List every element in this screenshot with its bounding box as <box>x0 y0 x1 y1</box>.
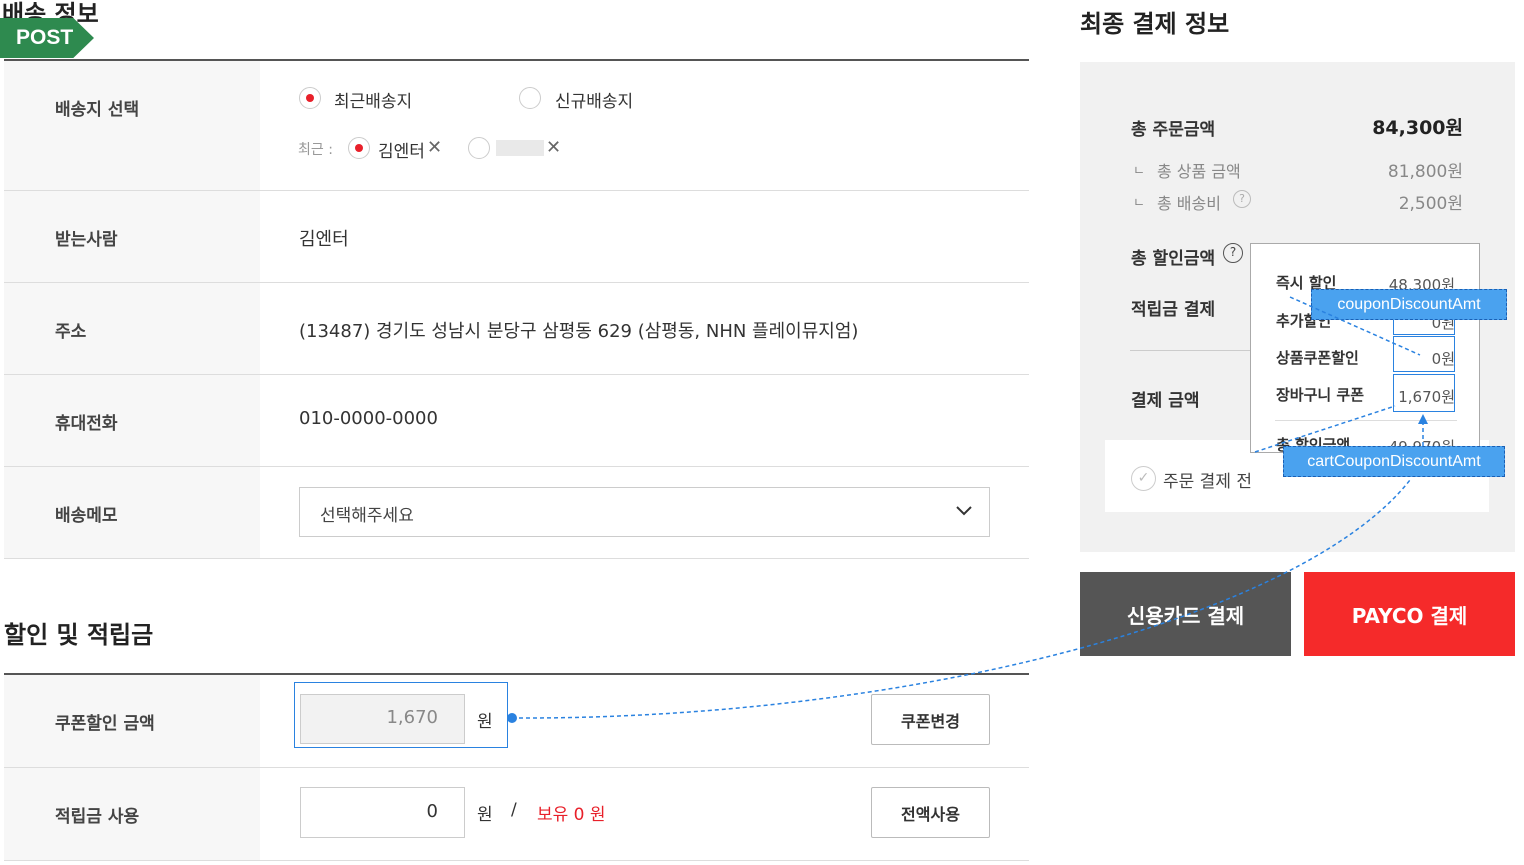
total-order-value: 84,300원 <box>1372 117 1463 139</box>
recent-address-label[interactable]: 최근배송지 <box>334 87 412 112</box>
product-coupon-highlight <box>1393 336 1455 372</box>
pay-amount-label: 결제 금액 <box>1131 391 1200 411</box>
points-slash: / <box>511 800 517 820</box>
help-icon[interactable]: ? <box>1233 190 1251 208</box>
shipping-select-row: 배송지 선택 <box>4 61 1029 191</box>
sub-marker: ㄴ <box>1133 196 1145 211</box>
receiver-row: 받는사람 <box>4 191 1029 283</box>
cart-coupon-highlight <box>1393 374 1455 412</box>
chevron-down-icon <box>956 506 972 516</box>
points-payment-label: 적립금 결제 <box>1131 300 1216 320</box>
shipping-total-label: 총 배송비 <box>1157 194 1221 213</box>
product-total-label: 총 상품 금액 <box>1157 162 1241 181</box>
cart-coupon-discount-annotation: cartCouponDiscountAmt <box>1283 446 1505 477</box>
coupon-amount-field: 1,670 <box>300 694 465 744</box>
cart-coupon-label: 장바구니 쿠폰 <box>1276 386 1365 404</box>
product-coupon-label: 상품쿠폰할인 <box>1276 349 1359 367</box>
help-icon[interactable]: ? <box>1223 243 1243 263</box>
new-address-label[interactable]: 신규배송지 <box>555 87 633 112</box>
sub-marker: ㄴ <box>1133 164 1145 179</box>
close-icon[interactable]: ✕ <box>546 137 561 158</box>
total-order-label: 총 주문금액 <box>1131 120 1216 140</box>
coupon-discount-annotation: couponDiscountAmt <box>1311 289 1507 320</box>
points-balance: 보유 0 원 <box>537 805 606 825</box>
agree-text[interactable]: 주문 결제 전 <box>1163 467 1252 492</box>
coupon-unit: 원 <box>477 712 493 732</box>
product-total-value: 81,800원 <box>1387 162 1463 182</box>
use-all-points-button[interactable]: 전액사용 <box>871 787 990 838</box>
address-value: (13487) 경기도 성남시 분당구 삼평동 629 (삼평동, NHN 플레… <box>299 321 859 342</box>
shipping-total-value: 2,500원 <box>1398 194 1463 214</box>
recent-entry-radio-2[interactable] <box>468 137 490 159</box>
phone-label: 휴대전화 <box>55 414 118 434</box>
recent-entry-name-1[interactable]: 김엔터 <box>378 137 425 162</box>
points-unit: 원 <box>477 805 493 825</box>
close-icon[interactable]: ✕ <box>427 137 442 158</box>
memo-label: 배송메모 <box>55 506 118 526</box>
coupon-amount-value: 1,670 <box>386 707 438 728</box>
shipping-select-label: 배송지 선택 <box>55 100 140 120</box>
points-label: 적립금 사용 <box>55 807 140 827</box>
card-pay-button[interactable]: 신용카드 결제 <box>1080 572 1291 656</box>
receiver-label: 받는사람 <box>55 230 118 250</box>
address-label: 주소 <box>55 322 87 342</box>
recent-entry-radio-1[interactable] <box>348 137 370 159</box>
discount-section-title: 할인 및 적립금 <box>4 621 154 649</box>
summary-title: 최종 결제 정보 <box>1080 10 1230 38</box>
points-input-value: 0 <box>426 801 438 822</box>
coupon-label: 쿠폰할인 금액 <box>55 714 155 734</box>
recent-prefix: 최근 : <box>298 142 333 158</box>
change-coupon-button[interactable]: 쿠폰변경 <box>871 694 990 745</box>
memo-select-value: 선택해주세요 <box>320 506 414 526</box>
discount-total-label: 총 할인금액 <box>1131 249 1216 269</box>
new-address-radio[interactable] <box>519 87 541 109</box>
popup-divider <box>1275 420 1457 421</box>
payco-pay-button[interactable]: PAYCO 결제 <box>1304 572 1515 656</box>
phone-row: 휴대전화 <box>4 375 1029 467</box>
receiver-value: 김엔터 <box>299 229 349 250</box>
phone-value: 010-0000-0000 <box>299 408 438 429</box>
memo-select[interactable]: 선택해주세요 <box>299 487 990 537</box>
check-icon[interactable]: ✓ <box>1131 466 1156 491</box>
recent-address-radio[interactable] <box>299 87 321 109</box>
recent-entry-name-2-redacted <box>496 140 544 156</box>
points-input[interactable]: 0 <box>300 787 465 838</box>
